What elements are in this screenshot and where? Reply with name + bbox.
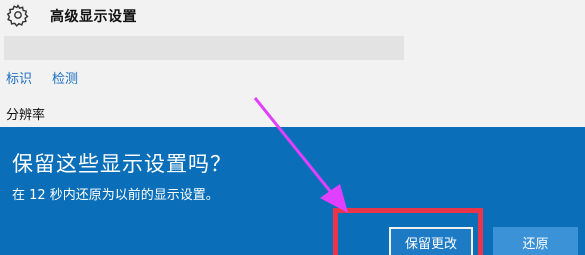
gear-icon [6,4,29,27]
display-links: 标识 检测 [6,68,78,87]
dialog-message: 在 12 秒内还原为以前的显示设置。 [12,188,219,203]
monitor-preview [4,36,404,60]
dialog-title: 保留这些显示设置吗？ [12,152,232,176]
keep-display-settings-dialog: 保留这些显示设置吗？ 在 12 秒内还原为以前的显示设置。 保留更改 还原 [0,127,585,255]
page-title: 高级显示设置 [50,9,137,25]
settings-window: 高级显示设置 标识 检测 分辨率 [0,0,585,127]
identify-link[interactable]: 标识 [6,68,32,87]
revert-button[interactable]: 还原 [493,227,578,255]
header: 高级显示设置 [0,0,585,30]
resolution-label: 分辨率 [6,108,46,123]
keep-changes-button[interactable]: 保留更改 [389,227,473,255]
detect-link[interactable]: 检测 [52,68,78,87]
